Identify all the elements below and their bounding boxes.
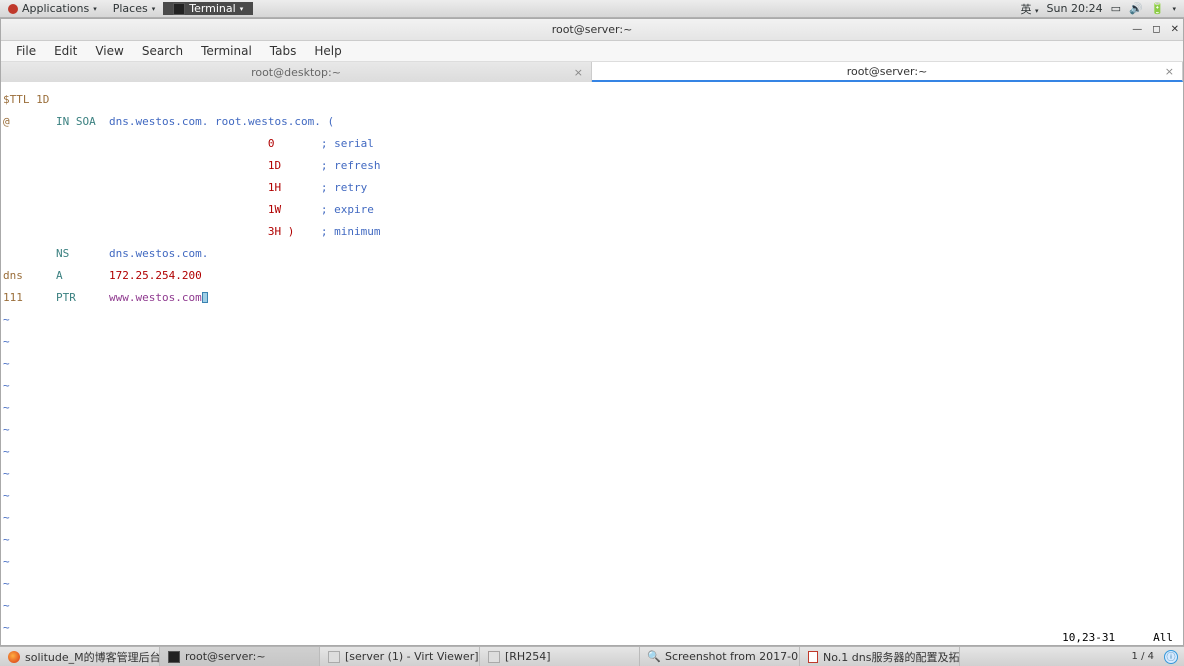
menu-search[interactable]: Search <box>133 42 192 60</box>
chevron-down-icon: ▾ <box>240 5 244 13</box>
scroll-indicator: All <box>1153 632 1173 643</box>
vim-status-line: 10,23-31 All <box>1 632 1183 643</box>
terminal-icon <box>173 3 185 15</box>
menu-view[interactable]: View <box>86 42 132 60</box>
ime-indicator[interactable]: 英 ▾ <box>1021 1 1039 17</box>
chevron-down-icon: ▾ <box>152 5 156 13</box>
terminal-icon <box>168 651 180 663</box>
close-icon[interactable]: × <box>574 66 583 79</box>
task-document[interactable]: No.1 dns服务器的配置及拓展 <box>800 647 960 666</box>
image-viewer-icon: 🔍 <box>648 651 660 663</box>
tab-label: root@desktop:~ <box>251 66 341 79</box>
active-app-menu[interactable]: Terminal ▾ <box>163 2 253 15</box>
top-panel: Applications ▾ Places ▾ Terminal ▾ 英 ▾ S… <box>0 0 1184 18</box>
task-label: [RH254] <box>505 650 551 663</box>
system-menu-icon[interactable]: ▾ <box>1172 5 1176 13</box>
screen-icon[interactable]: ▭ <box>1111 2 1121 15</box>
cursor <box>202 292 208 303</box>
firefox-icon <box>8 651 20 663</box>
menu-edit[interactable]: Edit <box>45 42 86 60</box>
menu-file[interactable]: File <box>7 42 45 60</box>
window-icon <box>488 651 500 663</box>
tab-server[interactable]: root@server:~ × <box>592 62 1183 82</box>
bottom-panel: solitude_M的博客管理后台-51CT… root@server:~ [s… <box>0 646 1184 666</box>
clock[interactable]: Sun 20:24 <box>1047 2 1103 15</box>
task-screenshot[interactable]: 🔍 Screenshot from 2017-05-06 1… <box>640 647 800 666</box>
terminal-content[interactable]: $TTL 1D @ IN SOA dns.westos.com. root.we… <box>1 82 1183 645</box>
window-title: root@server:~ <box>552 23 633 36</box>
task-label: root@server:~ <box>185 650 266 663</box>
accessibility-icon[interactable]: ⓘ <box>1164 650 1178 664</box>
volume-icon[interactable]: 🔊 <box>1129 2 1143 15</box>
virt-viewer-icon <box>328 651 340 663</box>
task-label: solitude_M的博客管理后台-51CT… <box>25 649 160 665</box>
workspace-indicator[interactable]: 1 / 4 <box>1132 651 1154 662</box>
menu-terminal[interactable]: Terminal <box>192 42 261 60</box>
terminal-tabs: root@desktop:~ × root@server:~ × <box>1 62 1183 82</box>
menu-tabs[interactable]: Tabs <box>261 42 306 60</box>
chevron-down-icon: ▾ <box>93 5 97 13</box>
battery-icon[interactable]: 🔋 <box>1151 2 1165 15</box>
task-rh254[interactable]: [RH254] <box>480 647 640 666</box>
document-icon <box>808 651 818 663</box>
cursor-position: 10,23-31 <box>1062 632 1115 643</box>
task-virt-viewer[interactable]: [server (1) - Virt Viewer] <box>320 647 480 666</box>
task-label: No.1 dns服务器的配置及拓展 <box>823 649 960 665</box>
close-icon[interactable]: × <box>1165 65 1174 78</box>
tab-label: root@server:~ <box>847 65 928 78</box>
applications-menu[interactable]: Applications ▾ <box>0 2 105 15</box>
tab-desktop[interactable]: root@desktop:~ × <box>1 62 592 82</box>
close-button[interactable]: ✕ <box>1171 24 1179 35</box>
terminal-window: root@server:~ — ◻ ✕ File Edit View Searc… <box>0 18 1184 646</box>
task-label: Screenshot from 2017-05-06 1… <box>665 650 800 663</box>
task-label: [server (1) - Virt Viewer] <box>345 650 479 663</box>
fedora-icon <box>8 4 18 14</box>
maximize-button[interactable]: ◻ <box>1152 24 1160 35</box>
menu-bar: File Edit View Search Terminal Tabs Help <box>1 41 1183 62</box>
active-app-label: Terminal <box>189 2 236 15</box>
applications-label: Applications <box>22 2 89 15</box>
task-terminal[interactable]: root@server:~ <box>160 647 320 666</box>
places-label: Places <box>113 2 148 15</box>
minimize-button[interactable]: — <box>1132 24 1142 35</box>
task-firefox[interactable]: solitude_M的博客管理后台-51CT… <box>0 647 160 666</box>
places-menu[interactable]: Places ▾ <box>105 2 164 15</box>
window-title-bar[interactable]: root@server:~ — ◻ ✕ <box>1 19 1183 41</box>
menu-help[interactable]: Help <box>305 42 350 60</box>
